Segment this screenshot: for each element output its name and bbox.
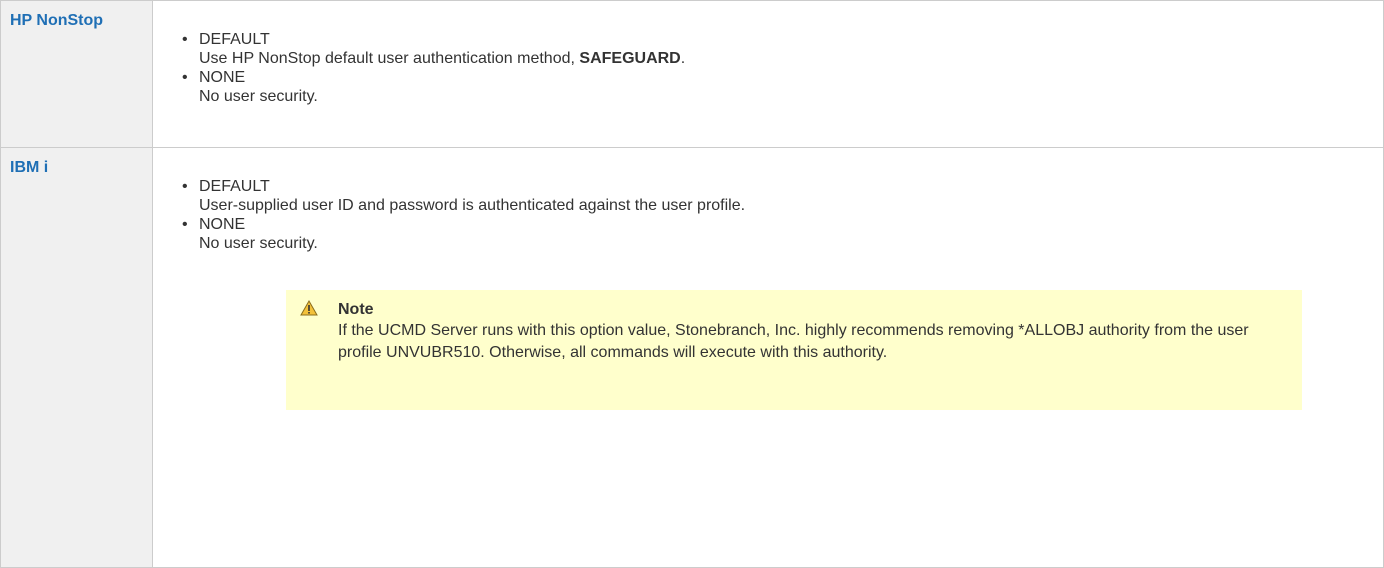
option-list: • DEFAULT Use HP NonStop default user au… [153, 30, 1383, 106]
list-item: • NONE No user security. [153, 215, 1383, 253]
list-item: • NONE No user security. [153, 68, 1383, 106]
bullet: • [182, 31, 188, 48]
warning-icon [300, 300, 318, 316]
option-value: DEFAULT [199, 178, 270, 195]
bullet: • [182, 216, 188, 233]
platform-label: HP NonStop [10, 12, 104, 29]
option-description: No user security. [199, 235, 318, 252]
platform-cell: IBM i [0, 147, 153, 568]
platform-cell: HP NonStop [0, 0, 153, 148]
list-item: • DEFAULT User-supplied user ID and pass… [153, 177, 1383, 215]
platform-options-table: HP NonStop • DEFAULT Use HP NonStop defa… [0, 0, 1384, 568]
option-value: NONE [199, 216, 246, 233]
content-cell: • DEFAULT Use HP NonStop default user au… [152, 0, 1384, 148]
bullet: • [182, 178, 188, 195]
content-cell: • DEFAULT User-supplied user ID and pass… [152, 147, 1384, 568]
table-row: HP NonStop • DEFAULT Use HP NonStop defa… [0, 0, 1384, 148]
note-title: Note [338, 301, 374, 318]
platform-label: IBM i [10, 159, 49, 176]
table-row: IBM i • DEFAULT User-supplied user ID an… [0, 147, 1384, 568]
emphasis: SAFEGUARD [579, 50, 681, 67]
option-list: • DEFAULT User-supplied user ID and pass… [153, 177, 1383, 253]
option-description: No user security. [199, 88, 318, 105]
bullet: • [182, 69, 188, 86]
note-text: If the UCMD Server runs with this option… [338, 322, 1249, 361]
option-value: DEFAULT [199, 31, 270, 48]
option-description: User-supplied user ID and password is au… [199, 197, 746, 214]
option-value: NONE [199, 69, 246, 86]
list-item: • DEFAULT Use HP NonStop default user au… [153, 30, 1383, 68]
option-description: Use HP NonStop default user authenticati… [199, 50, 686, 67]
note-box: Note If the UCMD Server runs with this o… [286, 290, 1302, 410]
